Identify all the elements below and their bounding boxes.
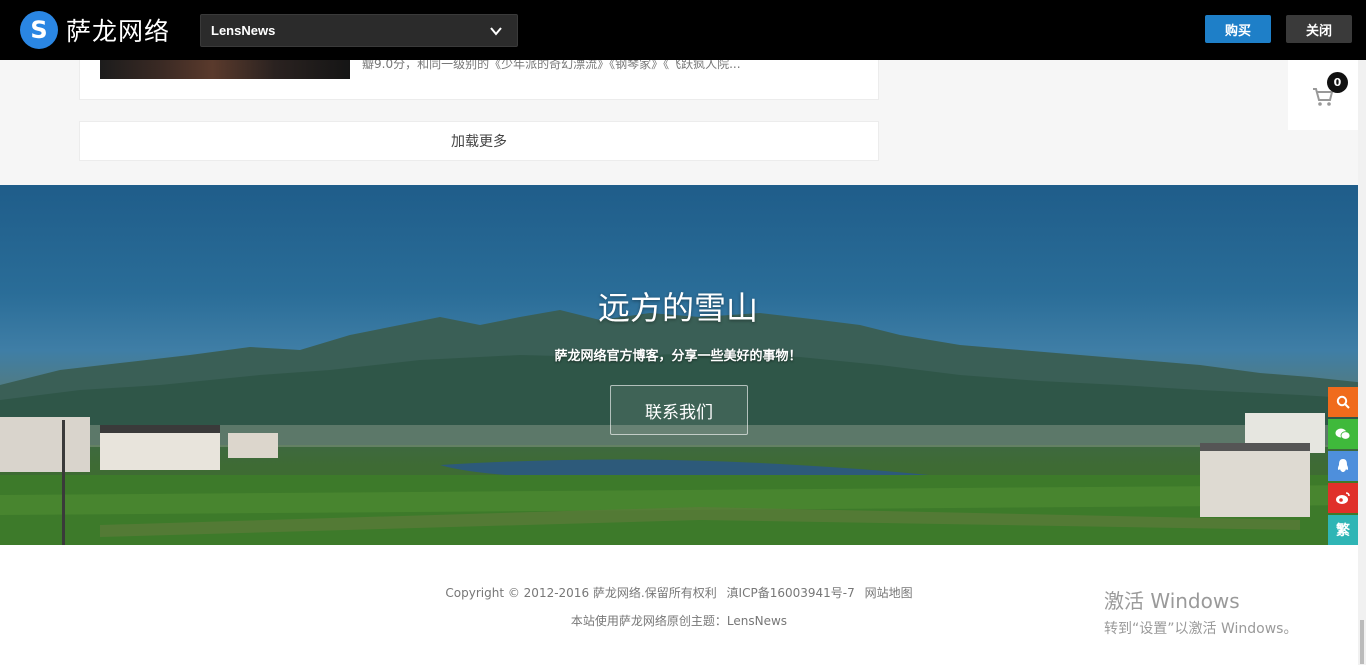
icp-link[interactable]: 滇ICP备16003941号-7 bbox=[727, 586, 855, 600]
copyright-text: Copyright © 2012-2016 萨龙网络.保留所有权利 bbox=[445, 586, 717, 600]
wechat-icon bbox=[1335, 428, 1351, 440]
site-logo[interactable]: S 萨龙网络 bbox=[20, 11, 170, 49]
scrollbar-thumb[interactable] bbox=[1360, 620, 1364, 664]
theme-select-value: LensNews bbox=[211, 23, 276, 38]
banner-title: 远方的雪山 bbox=[597, 289, 758, 327]
windows-activation-watermark: 激活 Windows 转到“设置”以激活 Windows。 bbox=[1104, 585, 1297, 638]
side-weibo-button[interactable] bbox=[1328, 483, 1358, 513]
mountain-landscape-image bbox=[0, 310, 1366, 545]
close-button[interactable]: 关闭 bbox=[1286, 15, 1352, 43]
top-bar: S 萨龙网络 LensNews 购买 关闭 bbox=[0, 0, 1366, 60]
side-traditional-chinese-button[interactable]: 繁 bbox=[1328, 515, 1358, 545]
side-wechat-button[interactable] bbox=[1328, 419, 1358, 449]
cart-widget[interactable]: 0 bbox=[1288, 60, 1358, 130]
theme-select[interactable]: LensNews bbox=[200, 14, 518, 47]
side-qq-button[interactable] bbox=[1328, 451, 1358, 481]
scrollbar-track[interactable] bbox=[1358, 60, 1366, 665]
watermark-subtitle: 转到“设置”以激活 Windows。 bbox=[1104, 621, 1298, 637]
side-search-button[interactable] bbox=[1328, 387, 1358, 417]
logo-text: 萨龙网络 bbox=[66, 17, 171, 46]
weibo-icon bbox=[1336, 492, 1350, 504]
load-more-button[interactable]: 加载更多 bbox=[79, 121, 879, 161]
contact-us-button[interactable]: 联系我们 bbox=[610, 385, 748, 435]
chevron-down-icon bbox=[490, 27, 502, 36]
logo-badge: S bbox=[20, 11, 58, 49]
banner-subtitle: 萨龙网络官方博客，分享一些美好的事物！ bbox=[554, 349, 802, 364]
watermark-title: 激活 Windows bbox=[1104, 589, 1240, 613]
hero-banner: 远方的雪山 萨龙网络官方博客，分享一些美好的事物！ 联系我们 bbox=[0, 185, 1366, 545]
search-icon bbox=[1336, 395, 1350, 409]
qq-icon bbox=[1337, 459, 1349, 472]
buy-button[interactable]: 购买 bbox=[1205, 15, 1271, 43]
cart-count-badge: 0 bbox=[1327, 72, 1348, 93]
sitemap-link[interactable]: 网站地图 bbox=[865, 586, 913, 600]
site-footer: Copyright © 2012-2016 萨龙网络.保留所有权利 滇ICP备1… bbox=[0, 545, 1366, 665]
